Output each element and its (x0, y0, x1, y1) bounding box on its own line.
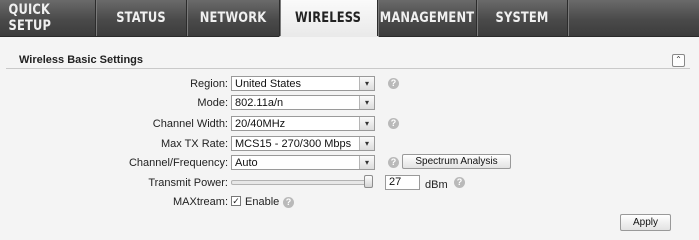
tab-status[interactable]: STATUS (104, 0, 178, 36)
tab-divider (377, 0, 378, 36)
max-tx-rate-value: MCS15 - 270/300 Mbps (235, 138, 352, 150)
max-tx-rate-label: Max TX Rate: (160, 138, 228, 150)
help-icon[interactable]: ? (454, 177, 465, 188)
mode-label: Mode: (197, 97, 228, 109)
tab-divider (476, 0, 477, 36)
tab-system[interactable]: SYSTEM (485, 0, 559, 36)
chevron-down-icon: ▾ (359, 156, 374, 169)
transmit-power-label: Transmit Power: (148, 177, 228, 189)
region-select[interactable]: United States ▾ (231, 76, 375, 91)
chevron-down-icon: ▾ (359, 77, 374, 90)
mode-select[interactable]: 802.11a/n ▾ (231, 95, 375, 110)
transmit-power-slider[interactable] (231, 180, 373, 185)
tab-management[interactable]: MANAGEMENT (380, 0, 474, 36)
panel-header: Wireless Basic Settings ⌃ (6, 50, 690, 69)
transmit-power-slider-handle[interactable] (364, 175, 373, 188)
region-label: Region: (190, 78, 228, 90)
channel-width-select[interactable]: 20/40MHz ▾ (231, 116, 375, 131)
tab-divider (567, 0, 568, 36)
top-nav: QUICK SETUP STATUS NETWORK WIRELESS MANA… (0, 0, 699, 37)
double-chevron-up-icon[interactable]: ⌃ (672, 54, 685, 67)
mode-value: 802.11a/n (235, 97, 284, 109)
transmit-power-unit: dBm (425, 179, 448, 191)
tab-divider (95, 0, 96, 36)
channel-width-label: Channel Width: (152, 118, 228, 130)
help-icon[interactable]: ? (388, 118, 399, 129)
help-icon[interactable]: ? (283, 197, 294, 208)
channel-frequency-select[interactable]: Auto ▾ (231, 155, 375, 170)
max-tx-rate-select[interactable]: MCS15 - 270/300 Mbps ▾ (231, 136, 375, 151)
tab-wireless[interactable]: WIRELESS (288, 0, 368, 36)
channel-frequency-label: Channel/Frequency: (128, 157, 228, 169)
chevron-down-icon: ▾ (359, 117, 374, 130)
apply-button[interactable]: Apply (620, 214, 671, 231)
help-icon[interactable]: ? (388, 78, 399, 89)
spectrum-analysis-button[interactable]: Spectrum Analysis (402, 154, 511, 169)
tab-network[interactable]: NETWORK (195, 0, 270, 36)
region-value: United States (235, 78, 302, 90)
maxtream-enable-checkbox[interactable]: ✓ (231, 196, 241, 206)
panel-title: Wireless Basic Settings (19, 54, 144, 66)
maxtream-enable-label: Enable (245, 196, 280, 208)
channel-frequency-value: Auto (235, 157, 258, 169)
transmit-power-input[interactable]: 27 (385, 175, 420, 190)
help-icon[interactable]: ? (388, 157, 399, 168)
chevron-down-icon: ▾ (359, 137, 374, 150)
tab-quick-setup[interactable]: QUICK SETUP (9, 0, 87, 36)
chevron-down-icon: ▾ (359, 96, 374, 109)
tab-divider (186, 0, 187, 36)
tab-divider (279, 0, 280, 36)
maxtream-label: MAXtream: (172, 196, 228, 208)
channel-width-value: 20/40MHz (235, 118, 286, 130)
